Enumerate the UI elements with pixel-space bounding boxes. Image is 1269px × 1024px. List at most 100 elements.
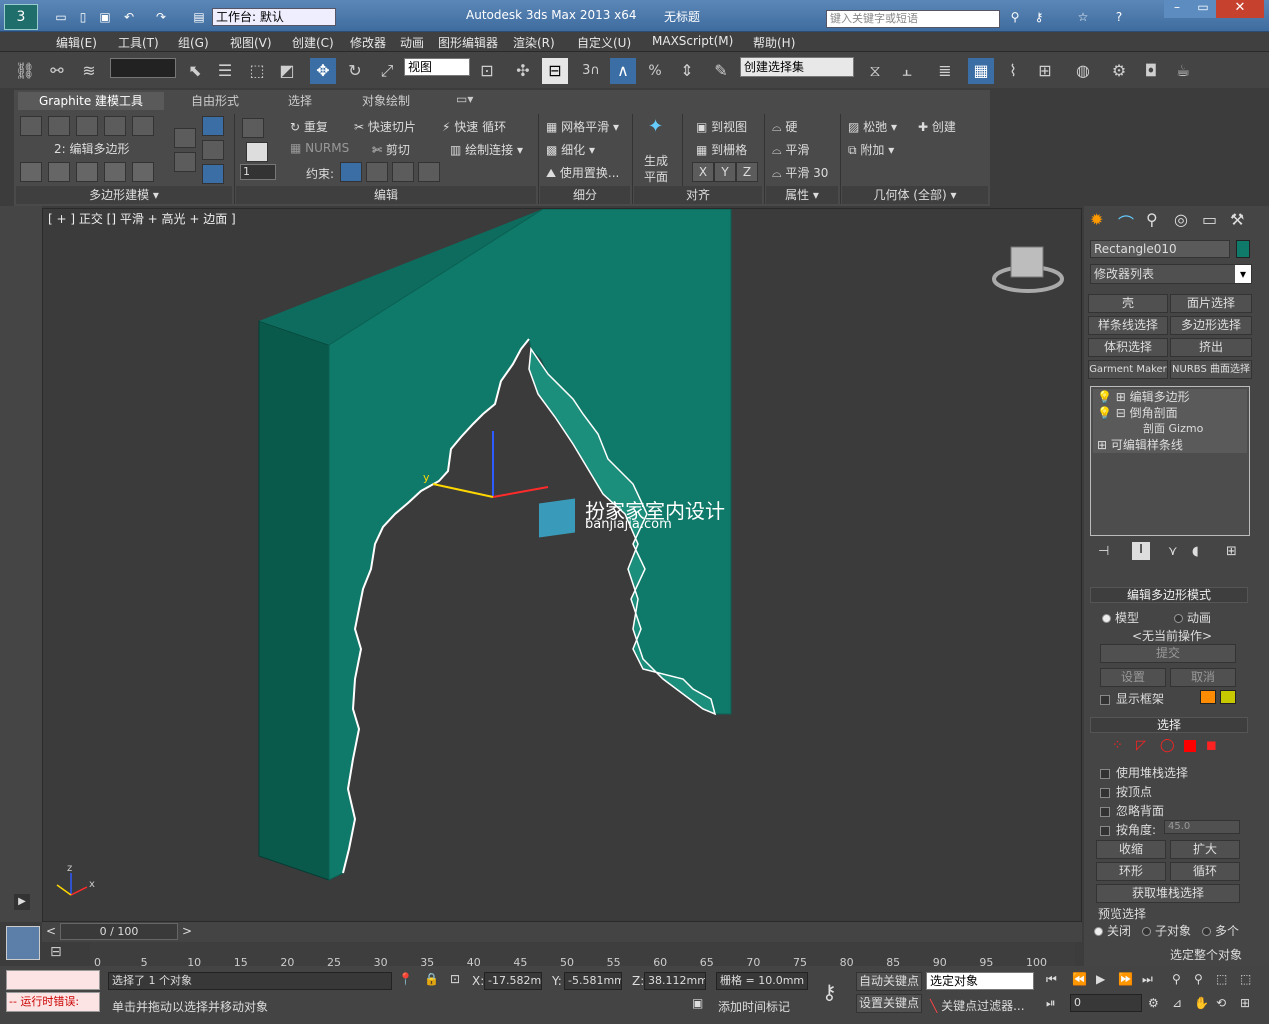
use-displacement-button[interactable]: ⛰ 使用置换... [546, 164, 619, 181]
collapse-icon[interactable] [104, 162, 126, 182]
maximize-viewport-icon[interactable]: ⊞ [1240, 996, 1250, 1010]
current-frame-field[interactable]: 0 [1070, 994, 1142, 1012]
border-sel-icon[interactable]: ◯ [1160, 738, 1175, 753]
zoom-all-icon[interactable]: ⚲ [1194, 972, 1203, 986]
ref-coord-dropdown[interactable]: 视图 [404, 58, 470, 76]
swiftloop-button[interactable]: ⚡ 快速 循环 [442, 118, 506, 135]
use-soft-sel-icon[interactable] [202, 116, 224, 136]
binoculars-icon[interactable]: ⚲ [1006, 9, 1024, 25]
x-coord-field[interactable]: -17.582mm [484, 972, 542, 990]
cut-button[interactable]: ✄ 剪切 [372, 141, 410, 158]
zoom-extents-icon[interactable]: ⬚ [1216, 972, 1227, 986]
create-tab-icon[interactable]: ✹ [1090, 210, 1103, 229]
prev-frame-icon[interactable]: ⏪ [1072, 972, 1087, 986]
render-setup-icon[interactable]: ⚙ [1106, 58, 1132, 84]
object-name-field[interactable]: Rectangle010 [1090, 240, 1230, 258]
commit-button[interactable]: 提交 [1100, 644, 1236, 663]
loop-button[interactable]: 循环 [1170, 862, 1240, 881]
pin-stack-icon[interactable] [174, 128, 196, 148]
align-x-button[interactable]: X [692, 162, 714, 182]
track-bar[interactable]: 0 5 10 15 20 25 30 35 40 45 50 55 60 65 70 75 80 85 90 95 10… [90, 942, 1075, 969]
mode-model-radio[interactable]: 模型 [1102, 609, 1139, 626]
tab-object-paint[interactable]: 对象绘制 [362, 92, 410, 110]
to-view-button[interactable]: ▣ 到视图 [696, 118, 747, 135]
rollout-selection[interactable]: 选择 [1090, 717, 1248, 733]
goto-start-icon[interactable]: ⏮ [1046, 972, 1057, 987]
link-icon[interactable]: ⛓ [12, 58, 38, 84]
orbit-icon[interactable]: ⟲ [1216, 996, 1226, 1010]
menu-maxscript[interactable]: MAXScript(M) [652, 34, 733, 48]
snap-toggle-icon[interactable]: 3∩ [578, 58, 604, 84]
tessellate-button[interactable]: ▩ 细化 ▾ [546, 141, 595, 158]
app-logo-icon[interactable]: 3 [4, 4, 38, 30]
bind-space-warp-icon[interactable]: ≋ [76, 58, 102, 84]
save-icon[interactable]: ▣ [96, 9, 114, 25]
key-mode-toggle-icon[interactable]: ⏯ [1046, 996, 1056, 1011]
constraint-none-icon[interactable] [340, 162, 362, 182]
select-object-icon[interactable]: ⬉ [182, 58, 208, 84]
edit-mode-icon[interactable] [246, 142, 268, 162]
add-time-tag[interactable]: 添加时间标记 [718, 998, 790, 1015]
utilities-tab-icon[interactable]: ⚒ [1230, 210, 1244, 229]
y-coord-field[interactable]: -5.581mm [564, 972, 622, 990]
align-icon[interactable]: ⫠ [894, 58, 920, 84]
open-file-icon[interactable]: ▯ [74, 9, 92, 25]
cage-color-swatch-1[interactable] [1200, 690, 1216, 704]
menu-tools[interactable]: 工具(T) [118, 34, 159, 51]
selection-filter-dropdown[interactable] [110, 58, 176, 78]
time-tag-icon[interactable]: ▣ [692, 996, 703, 1010]
help-icon[interactable]: ? [1110, 9, 1128, 25]
search-input[interactable]: 键入关键字或短语 [826, 10, 1000, 28]
vertex-icon[interactable] [20, 116, 42, 136]
tab-selection[interactable]: 选择 [288, 92, 312, 110]
zoom-extents-all-icon[interactable]: ⬚ [1240, 972, 1251, 986]
stack-item-bevel-profile[interactable]: 💡 ⊟ 倒角剖面 [1093, 405, 1247, 421]
menu-help[interactable]: 帮助(H) [753, 34, 795, 51]
window-crossing-icon[interactable]: ◩ [274, 58, 300, 84]
preview-off-radio[interactable]: 关闭 [1094, 922, 1131, 939]
border-icon[interactable] [76, 116, 98, 136]
z-coord-field[interactable]: 38.112mm [644, 972, 706, 990]
set-key-mode-icon[interactable]: ⚷ [822, 980, 837, 1004]
grow-button[interactable]: 扩大 [1170, 840, 1240, 859]
show-end-result-icon[interactable]: I [1132, 542, 1150, 560]
rollout-edit-poly-mode[interactable]: 编辑多边形模式 [1090, 587, 1248, 603]
show-end-icon[interactable] [76, 162, 98, 182]
named-selection-dropdown[interactable]: 创建选择集 [740, 57, 854, 77]
cancel-button[interactable]: 取消 [1170, 668, 1236, 687]
angle-snap-icon[interactable]: ∧ [610, 58, 636, 84]
favorites-icon[interactable]: ☆ [1074, 9, 1092, 25]
abs-rel-toggle-icon[interactable]: ⊡ [450, 972, 460, 986]
settings-button[interactable]: 设置 [1100, 668, 1166, 687]
close-button[interactable]: ✕ [1216, 0, 1264, 18]
mod-patch-select-button[interactable]: 面片选择 [1170, 294, 1252, 313]
undo-icon[interactable]: ↶ [120, 9, 138, 25]
constraint-normal-icon[interactable] [418, 162, 440, 182]
element-sel-icon[interactable]: ◼ [1206, 738, 1217, 753]
menu-group[interactable]: 组(G) [178, 34, 209, 51]
menu-animation[interactable]: 动画 [400, 34, 424, 51]
viewport-label[interactable]: [ + ] 正交 [] 平滑 + 高光 + 边面 ] [48, 210, 236, 227]
ignore-backfacing-checkbox[interactable]: 忽略背面 [1100, 802, 1164, 819]
display-tab-icon[interactable]: ▭ [1202, 210, 1217, 229]
menu-view[interactable]: 视图(V) [230, 34, 272, 51]
mod-vol-select-button[interactable]: 体积选择 [1088, 338, 1168, 357]
play-icon[interactable]: ▶ [1096, 972, 1105, 986]
by-vertex-checkbox[interactable]: 按顶点 [1100, 783, 1152, 800]
unlink-icon[interactable]: ⚯ [44, 58, 70, 84]
stack-item-edit-poly[interactable]: 💡 ⊞ 编辑多边形 [1093, 389, 1247, 405]
mod-nurbs-select-button[interactable]: NURBS 曲面选择 [1170, 360, 1252, 379]
align-y-button[interactable]: Y [714, 162, 736, 182]
zoom-icon[interactable]: ⚲ [1172, 972, 1181, 986]
isolate-icon[interactable]: 📍 [398, 972, 413, 986]
schematic-view-icon[interactable]: ⊞ [1032, 58, 1058, 84]
modify-tab-icon[interactable]: ⌒ [1118, 210, 1134, 234]
maximize-button[interactable]: ▭ [1190, 0, 1216, 18]
viewport-layout-icon[interactable] [6, 926, 40, 960]
pin-stack-icon[interactable]: ⊣ [1098, 544, 1109, 559]
panel-properties[interactable]: 属性 ▾ [766, 186, 838, 204]
time-slider[interactable]: < 0 / 100 > [42, 922, 1082, 942]
panel-geometry[interactable]: 几何体 (全部) ▾ [842, 186, 988, 204]
select-by-name-icon[interactable]: ☰ [212, 58, 238, 84]
angle-spinner[interactable]: 45.0 [1164, 820, 1240, 834]
